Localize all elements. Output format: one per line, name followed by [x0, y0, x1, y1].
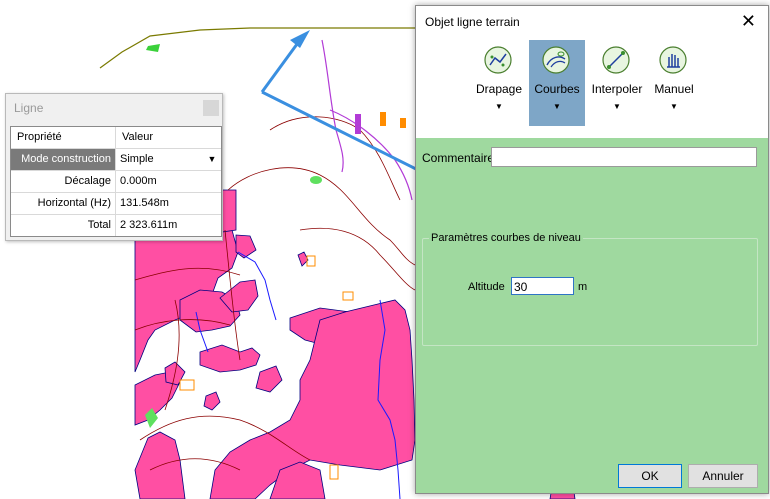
- chevron-down-icon[interactable]: ▼: [646, 102, 702, 111]
- chevron-down-icon[interactable]: ▼: [471, 102, 527, 111]
- tool-interpoler[interactable]: Interpoler ▼: [589, 40, 645, 126]
- property-row-total[interactable]: Total 2 323.611m: [11, 215, 221, 236]
- ligne-panel-title: Ligne: [14, 101, 44, 115]
- chevron-down-icon[interactable]: ▼: [529, 102, 585, 111]
- mode-toolbar: Drapage ▼ Courbes ▼ Interpoler ▼ Manuel …: [416, 37, 768, 138]
- mode-select-value: Simple: [120, 153, 154, 165]
- altitude-input[interactable]: 30: [511, 277, 574, 295]
- cancel-button[interactable]: Annuler: [688, 464, 758, 488]
- drape-icon: [484, 46, 512, 74]
- chevron-down-icon[interactable]: ▼: [589, 102, 645, 111]
- property-value-decalage[interactable]: 0.000m: [116, 171, 221, 192]
- tool-drapage[interactable]: Drapage ▼: [471, 40, 527, 126]
- property-label-horizontal: Horizontal (Hz): [11, 193, 116, 214]
- property-label-decalage: Décalage: [11, 171, 116, 192]
- altitude-unit: m: [578, 281, 588, 293]
- tool-manuel[interactable]: Manuel ▼: [646, 40, 702, 126]
- ligne-panel: Ligne Propriété Valeur Mode construction…: [5, 93, 223, 241]
- mode-select[interactable]: Simple ▼: [116, 149, 221, 170]
- group-title: Paramètres courbes de niveau: [429, 232, 583, 244]
- dialog-titlebar[interactable]: Objet ligne terrain ✕: [416, 6, 768, 37]
- ok-button[interactable]: OK: [618, 464, 682, 488]
- manual-hand-icon: [659, 46, 687, 74]
- property-value-horizontal: 131.548m: [120, 197, 169, 209]
- header-value: Valeur: [122, 131, 153, 143]
- property-row-mode[interactable]: Mode construction Simple ▼: [11, 149, 221, 171]
- property-label-total: Total: [11, 215, 116, 236]
- chevron-down-icon[interactable]: ▼: [205, 152, 219, 166]
- property-row-decalage[interactable]: Décalage 0.000m: [11, 171, 221, 193]
- property-grid-header: Propriété Valeur: [11, 127, 221, 149]
- tool-label-courbes: Courbes: [534, 82, 580, 96]
- altitude-label: Altitude: [468, 281, 505, 293]
- tool-label-drapage: Drapage: [475, 82, 523, 96]
- property-grid: Propriété Valeur Mode construction Simpl…: [10, 126, 222, 237]
- dialog-title: Objet ligne terrain: [425, 15, 520, 29]
- tool-courbes[interactable]: Courbes ▼: [529, 40, 585, 126]
- tool-label-manuel: Manuel: [654, 82, 694, 96]
- tool-label-interpoler: Interpoler: [591, 82, 643, 96]
- property-label-mode: Mode construction: [11, 149, 116, 170]
- objet-ligne-terrain-dialog: Objet ligne terrain ✕ Drapage ▼ Courbes …: [415, 5, 769, 494]
- comment-input[interactable]: [491, 147, 757, 167]
- header-property: Propriété: [11, 127, 116, 148]
- property-value-total: 2 323.611m: [120, 219, 178, 231]
- ligne-panel-close-button[interactable]: [203, 100, 219, 116]
- close-icon[interactable]: ✕: [741, 11, 756, 31]
- contour-curves-icon: [542, 46, 570, 74]
- property-row-horizontal[interactable]: Horizontal (Hz) 131.548m: [11, 193, 221, 215]
- interpolate-icon: [602, 46, 630, 74]
- comment-label: Commentaire: [422, 151, 495, 165]
